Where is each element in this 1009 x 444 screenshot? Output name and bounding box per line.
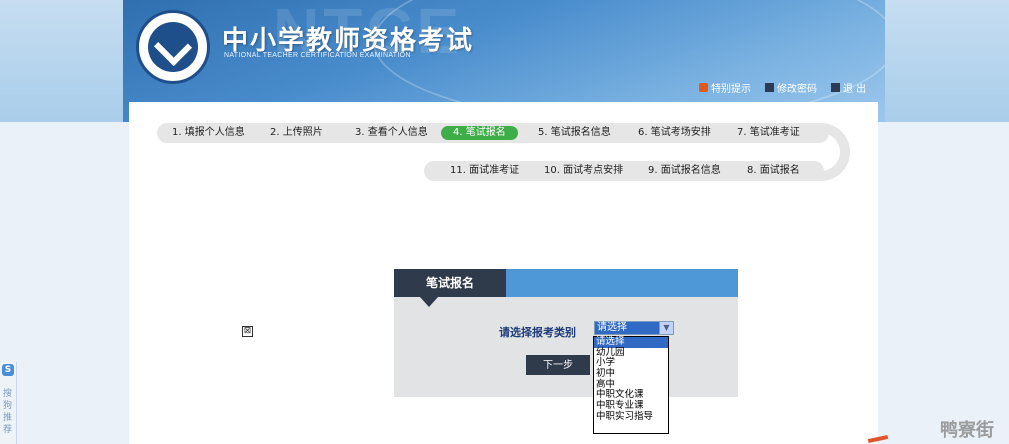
tab-pointer-icon <box>420 297 438 307</box>
step-interview-venue-arrangement[interactable]: 10. 面试考点安排 <box>544 164 623 178</box>
step-upload-photo[interactable]: 2. 上传照片 <box>270 126 323 140</box>
next-step-button[interactable]: 下一步 <box>526 355 590 375</box>
special-notice-link[interactable]: 特别提示 <box>699 80 751 95</box>
exit-icon <box>831 83 840 92</box>
step-interview-registration-info[interactable]: 9. 面试报名信息 <box>648 164 721 178</box>
change-password-link[interactable]: 修改密码 <box>765 80 817 95</box>
step-written-admission-ticket[interactable]: 7. 笔试准考证 <box>737 126 800 140</box>
category-dropdown-list[interactable]: 请选择 幼儿园 小学 初中 高中 中职文化课 中职专业课 中职实习指导 <box>593 336 669 434</box>
step-written-registration[interactable]: 4. 笔试报名 <box>441 126 518 140</box>
ntce-logo <box>136 10 210 84</box>
logout-label: 退 出 <box>843 84 867 95</box>
change-password-label: 修改密码 <box>777 84 817 95</box>
logout-link[interactable]: 退 出 <box>831 80 866 95</box>
step-interview-registration[interactable]: 8. 面试报名 <box>747 164 800 178</box>
dropdown-option[interactable]: 中职实习指导 <box>594 411 668 423</box>
sogou-icon: S <box>2 364 14 376</box>
sogou-recommend-text: 搜狗推荐 <box>3 389 13 435</box>
registration-form: 笔试报名 请选择报考类别 请选择 ▼ 下一步 <box>394 269 738 397</box>
step-fill-personal-info[interactable]: 1. 填报个人信息 <box>172 126 245 140</box>
category-select-value: 请选择 <box>595 322 659 334</box>
corner-watermark: 鸭寮街 <box>940 420 994 441</box>
password-icon <box>765 83 774 92</box>
notice-icon <box>699 83 708 92</box>
step-view-personal-info[interactable]: 3. 查看个人信息 <box>355 126 428 140</box>
broken-image-icon: ⊠ <box>242 326 253 337</box>
category-label: 请选择报考类别 <box>499 326 576 339</box>
category-select[interactable]: 请选择 ▼ <box>594 321 674 335</box>
special-notice-label: 特别提示 <box>711 84 751 95</box>
step-written-registration-info[interactable]: 5. 笔试报名信息 <box>538 126 611 140</box>
step-written-exam-arrangement[interactable]: 6. 笔试考场安排 <box>638 126 711 140</box>
sogou-recommend-widget[interactable]: S 搜狗推荐 <box>0 362 17 444</box>
step-interview-admission-ticket[interactable]: 11. 面试准考证 <box>450 164 519 178</box>
form-title-tab: 笔试报名 <box>394 269 506 297</box>
site-subtitle: NATIONAL TEACHER CERTIFICATION EXAMINATI… <box>224 52 411 59</box>
chevron-down-icon[interactable]: ▼ <box>659 322 673 334</box>
